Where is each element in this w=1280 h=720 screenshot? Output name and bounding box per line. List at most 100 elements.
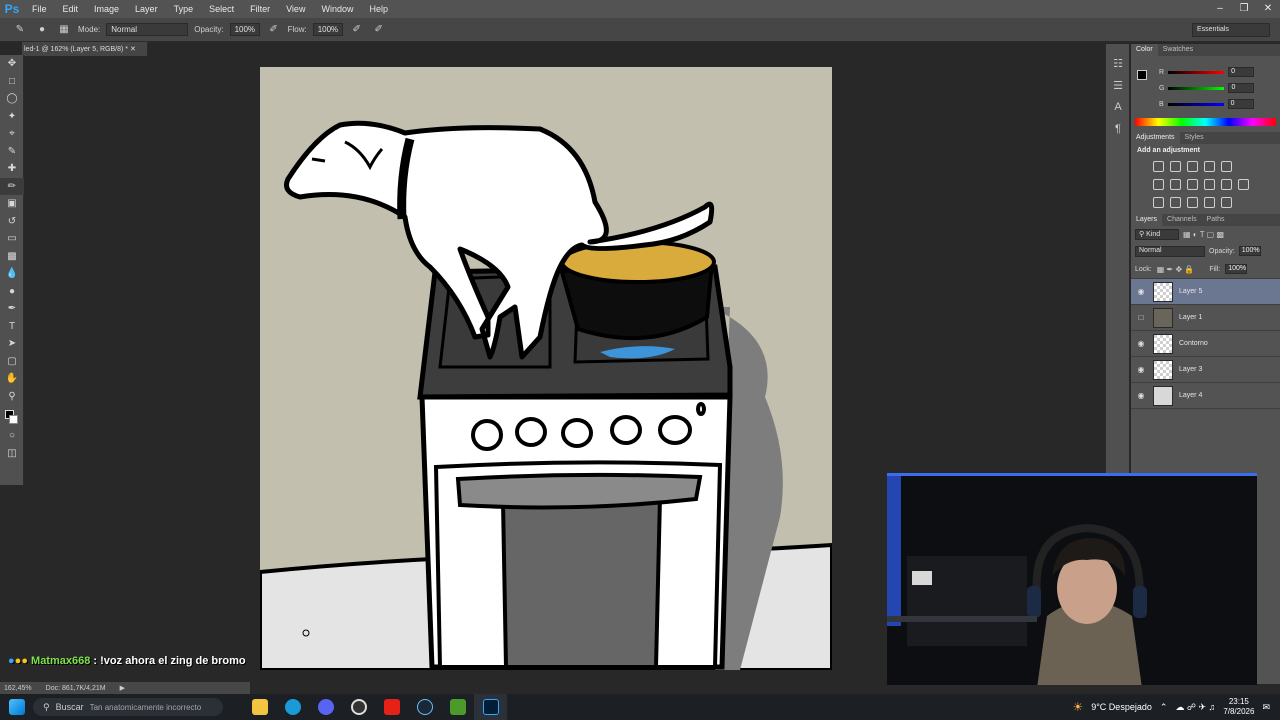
shape-tool-icon[interactable]: ▢	[0, 353, 24, 371]
tab-layers[interactable]: Layers	[1131, 214, 1163, 226]
tab-channels[interactable]: Channels	[1162, 214, 1202, 226]
workspace-select[interactable]: Essentials	[1192, 23, 1270, 37]
mode-select[interactable]: Normal	[106, 23, 189, 36]
edge-button[interactable]	[276, 694, 309, 720]
history-brush-tool-icon[interactable]: ↺	[0, 213, 24, 231]
zoom-tool-icon[interactable]: ⚲	[0, 388, 24, 406]
brush-panel-icon[interactable]: ▦	[56, 23, 72, 37]
layer-opacity-input[interactable]: 100%	[1238, 246, 1261, 256]
hue-saturation-icon[interactable]	[1153, 178, 1164, 190]
discord-button[interactable]	[309, 694, 342, 720]
photo-filter-icon[interactable]	[1204, 178, 1215, 190]
quick-select-tool-icon[interactable]: ✦	[0, 108, 24, 126]
pressure-opacity-icon[interactable]: ✐	[266, 23, 282, 37]
menu-select[interactable]: Select	[201, 4, 242, 14]
levels-icon[interactable]	[1170, 160, 1181, 172]
layer-filter-icons[interactable]: ▦ ◐ T ▢ ▩	[1183, 230, 1224, 239]
brightness-icon[interactable]	[1153, 160, 1164, 172]
restore-icon[interactable]: ❐	[1232, 1, 1256, 15]
crop-tool-icon[interactable]: ⌖	[0, 125, 24, 143]
eyedropper-tool-icon[interactable]: ✎	[0, 143, 24, 161]
obs-button[interactable]	[342, 694, 375, 720]
layer-row-layer-3[interactable]: ◉ Layer 3	[1131, 357, 1280, 383]
menu-edit[interactable]: Edit	[55, 4, 87, 14]
brush-tool-preset-icon[interactable]: ✎	[12, 23, 28, 37]
invert-icon[interactable]	[1153, 196, 1164, 208]
zoom-level[interactable]: 162,45%	[4, 685, 32, 692]
stamp-tool-icon[interactable]: ▣	[0, 195, 24, 213]
color-swatches[interactable]	[0, 405, 24, 427]
type-tool-icon[interactable]: T	[0, 318, 24, 336]
eraser-tool-icon[interactable]: ▭	[0, 230, 24, 248]
lasso-tool-icon[interactable]: ◯	[0, 90, 24, 108]
background-color-icon[interactable]	[8, 414, 18, 424]
youtube-button[interactable]	[375, 694, 408, 720]
green-slider[interactable]	[1168, 86, 1225, 90]
tray-chevron-icon[interactable]: ⌃	[1160, 702, 1168, 713]
layer-kind-filter[interactable]: ⚲ Kind	[1135, 228, 1179, 240]
quick-mask-icon[interactable]: ○	[0, 427, 24, 445]
taskbar-search[interactable]: ⚲ Buscar Tan anatomicamente incorrecto	[33, 698, 223, 716]
menu-type[interactable]: Type	[166, 4, 202, 14]
menu-filter[interactable]: Filter	[242, 4, 278, 14]
tab-paths[interactable]: Paths	[1202, 214, 1230, 226]
visibility-eye-icon[interactable]: ◉	[1131, 391, 1151, 400]
minimize-icon[interactable]: –	[1208, 1, 1232, 15]
photoshop-taskbar-button[interactable]	[474, 694, 507, 720]
menu-file[interactable]: File	[24, 4, 55, 14]
menu-view[interactable]: View	[278, 4, 313, 14]
brush-size-icon[interactable]: ●	[34, 23, 50, 37]
selective-color-icon[interactable]	[1221, 196, 1232, 208]
menu-layer[interactable]: Layer	[127, 4, 166, 14]
menu-window[interactable]: Window	[313, 4, 361, 14]
history-panel-icon[interactable]: ☷	[1106, 52, 1130, 74]
status-arrow-icon[interactable]: ▶	[120, 684, 125, 692]
gradient-tool-icon[interactable]: ▩	[0, 248, 24, 266]
blue-slider[interactable]	[1167, 102, 1224, 106]
menu-image[interactable]: Image	[86, 4, 127, 14]
opacity-input[interactable]: 100%	[229, 23, 260, 36]
healing-tool-icon[interactable]: ✚	[0, 160, 24, 178]
gradient-map-icon[interactable]	[1204, 196, 1215, 208]
green-value[interactable]: 0	[1228, 83, 1255, 93]
tab-color[interactable]: Color	[1131, 44, 1158, 56]
screen-mode-icon[interactable]: ◫	[0, 445, 24, 463]
exposure-icon[interactable]	[1204, 160, 1215, 172]
document-tab[interactable]: led-1 @ 162% (Layer 5, RGB/8) * ✕	[22, 42, 148, 56]
character-panel-icon[interactable]: A	[1106, 96, 1130, 118]
move-tool-icon[interactable]: ✥	[0, 55, 24, 73]
layer-row-layer-1[interactable]: □ Layer 1	[1131, 305, 1280, 331]
curves-icon[interactable]	[1187, 160, 1198, 172]
fill-input[interactable]: 100%	[1225, 264, 1248, 274]
document-canvas[interactable]	[260, 67, 832, 670]
weather-text[interactable]: 9°C Despejado	[1091, 702, 1152, 712]
clock[interactable]: 23:15 7/8/2026	[1223, 697, 1254, 717]
tray-icons[interactable]: ☁ ☍ ✈ ♫	[1175, 702, 1215, 713]
color-balance-icon[interactable]	[1170, 178, 1181, 190]
layer-row-contorno[interactable]: ◉ Contorno	[1131, 331, 1280, 357]
tab-swatches[interactable]: Swatches	[1158, 44, 1198, 56]
tab-adjustments[interactable]: Adjustments	[1131, 132, 1180, 144]
properties-panel-icon[interactable]: ☰	[1106, 74, 1130, 96]
marquee-tool-icon[interactable]: □	[0, 73, 24, 91]
close-tab-icon[interactable]: ✕	[130, 46, 136, 53]
threshold-icon[interactable]	[1187, 196, 1198, 208]
blur-tool-icon[interactable]: 💧	[0, 265, 24, 283]
pen-tool-icon[interactable]: ✒	[0, 300, 24, 318]
visibility-eye-icon[interactable]: ◉	[1131, 287, 1151, 296]
paragraph-panel-icon[interactable]: ¶	[1106, 118, 1130, 140]
color-spectrum[interactable]	[1135, 118, 1276, 126]
flow-input[interactable]: 100%	[312, 23, 343, 36]
close-icon[interactable]: ✕	[1256, 1, 1280, 15]
layer-row-layer-4[interactable]: ◉ Layer 4	[1131, 383, 1280, 409]
channel-mixer-icon[interactable]	[1221, 178, 1232, 190]
steam-button[interactable]	[408, 694, 441, 720]
hand-tool-icon[interactable]: ✋	[0, 370, 24, 388]
layer-row-layer-5[interactable]: ◉ Layer 5	[1131, 279, 1280, 305]
minecraft-button[interactable]	[441, 694, 474, 720]
path-select-tool-icon[interactable]: ➤	[0, 335, 24, 353]
blue-value[interactable]: 0	[1227, 99, 1254, 109]
visibility-eye-icon[interactable]: ◉	[1131, 365, 1151, 374]
lock-icons[interactable]: ▦ ✒ ✥ 🔒	[1157, 265, 1195, 274]
pressure-size-icon[interactable]: ✐	[371, 23, 387, 37]
